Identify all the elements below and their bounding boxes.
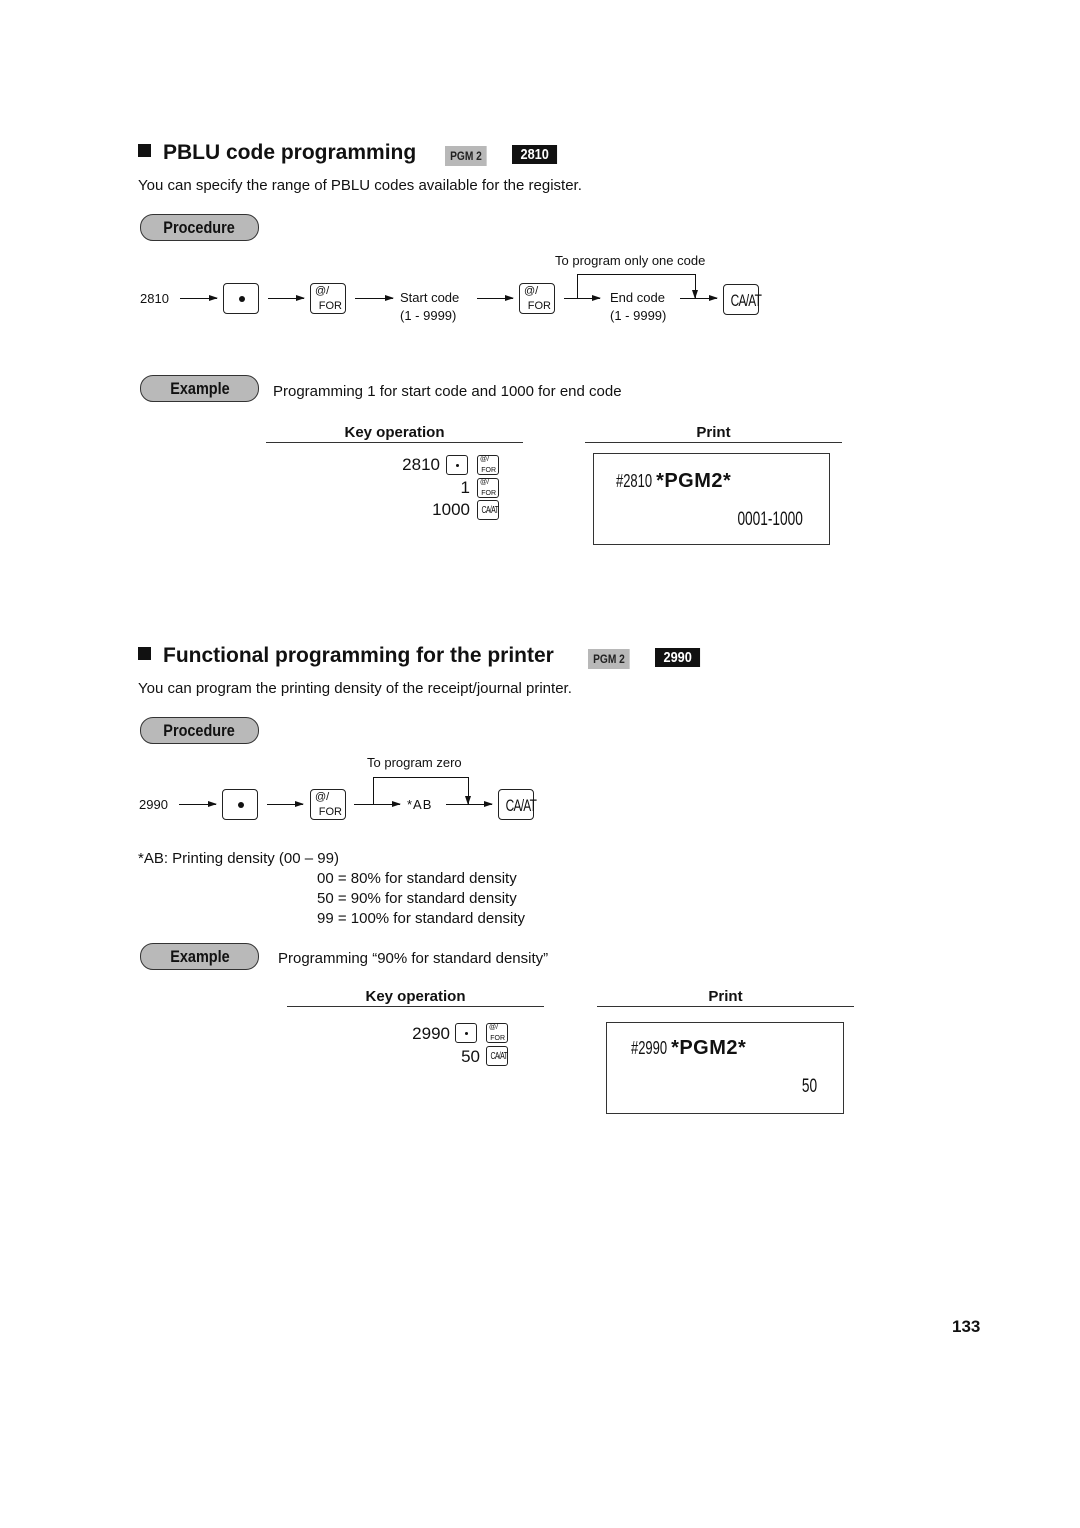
- mode-badge: PGM 2: [588, 649, 630, 669]
- key-operation-header: Key operation: [287, 988, 544, 1007]
- print-header: Print: [585, 424, 842, 443]
- for-key-icon: @/FOR: [310, 283, 346, 314]
- bypass-line: [373, 777, 469, 778]
- bypass-line: [577, 274, 578, 298]
- section-title-printer: Functional programming for the printer: [138, 644, 554, 668]
- bypass-line: [373, 777, 374, 804]
- dot-key-icon: [223, 283, 259, 314]
- flow-arrow: [179, 801, 217, 807]
- keyop-number: 1: [460, 478, 470, 497]
- step-start-range: (1 - 9999): [400, 308, 457, 323]
- caat-key-icon: CA/AT: [723, 284, 762, 315]
- for-key-icon: @/FOR: [477, 455, 499, 475]
- print-line-2: 50: [801, 1076, 817, 1097]
- start-number: 2810: [140, 291, 169, 306]
- bypass-label: To program zero: [367, 755, 462, 770]
- flow-arrow: [355, 295, 394, 301]
- print-receipt: #2990 *PGM2* 50: [606, 1022, 844, 1114]
- flow-arrow: [267, 801, 304, 807]
- code-badge: 2990: [655, 648, 701, 667]
- bullet-square-icon: [138, 144, 151, 157]
- example-text: Programming 1 for start code and 1000 fo…: [273, 383, 622, 400]
- flow-arrow: [680, 295, 718, 301]
- print-line-1: #2810 *PGM2*: [616, 470, 732, 492]
- notes-item: 99 = 100% for standard density: [317, 910, 526, 927]
- dot-key-icon: [222, 789, 258, 820]
- for-key-icon: @/FOR: [477, 478, 499, 498]
- print-header: Print: [597, 988, 854, 1007]
- procedure-label: Procedure: [140, 214, 259, 241]
- section-title-text: PBLU code programming: [163, 141, 417, 164]
- example-label: Example: [140, 375, 259, 402]
- step-end-code: End code: [610, 290, 665, 305]
- for-key-icon: @/FOR: [486, 1023, 508, 1043]
- bullet-square-icon: [138, 647, 151, 660]
- flow-arrow: [564, 295, 601, 301]
- for-key-icon: @/FOR: [310, 789, 346, 820]
- keyop-number: 1000: [432, 500, 470, 519]
- example-text: Programming “90% for standard density”: [278, 950, 549, 967]
- notes-item: 00 = 80% for standard density: [317, 870, 517, 887]
- bypass-line: [577, 274, 696, 275]
- step-ab: *AB: [407, 797, 433, 812]
- section-title-text: Functional programming for the printer: [163, 644, 554, 667]
- bypass-arrow: [692, 274, 698, 299]
- example-label: Example: [140, 943, 259, 970]
- for-key-icon: @/FOR: [519, 283, 555, 314]
- print-line-1: #2990 *PGM2*: [631, 1037, 747, 1059]
- code-badge: 2810: [512, 145, 558, 164]
- bypass-label: To program only one code: [555, 253, 706, 268]
- section-description: You can program the printing density of …: [138, 680, 572, 697]
- bypass-arrow: [465, 777, 471, 805]
- procedure-label: Procedure: [140, 717, 259, 744]
- step-start-code: Start code: [400, 290, 460, 305]
- notes-item: 50 = 90% for standard density: [317, 890, 517, 907]
- dot-key-icon: [455, 1023, 477, 1043]
- section-description: You can specify the range of PBLU codes …: [138, 177, 582, 194]
- notes-heading: *AB: Printing density (00 – 99): [138, 850, 339, 867]
- section-title-pblu: PBLU code programming: [138, 141, 416, 165]
- mode-badge: PGM 2: [445, 146, 487, 166]
- step-end-range: (1 - 9999): [610, 308, 667, 323]
- start-number: 2990: [139, 797, 168, 812]
- key-operation-header: Key operation: [266, 424, 523, 443]
- flow-arrow: [268, 295, 305, 301]
- keyop-number: 2990: [412, 1024, 450, 1043]
- caat-key-icon: CA/AT: [477, 500, 499, 520]
- caat-key-icon: CA/AT: [486, 1046, 508, 1066]
- flow-arrow: [446, 801, 493, 807]
- flow-arrow: [354, 801, 401, 807]
- print-receipt: #2810 *PGM2* 0001-1000: [593, 453, 830, 545]
- print-line-2: 0001-1000: [737, 509, 803, 530]
- caat-key-icon: CA/AT: [498, 789, 537, 820]
- flow-arrow: [180, 295, 218, 301]
- page-number: 133: [952, 1317, 981, 1336]
- flow-arrow: [477, 295, 514, 301]
- keyop-number: 50: [461, 1047, 480, 1066]
- dot-key-icon: [446, 455, 468, 475]
- keyop-number: 2810: [402, 455, 440, 474]
